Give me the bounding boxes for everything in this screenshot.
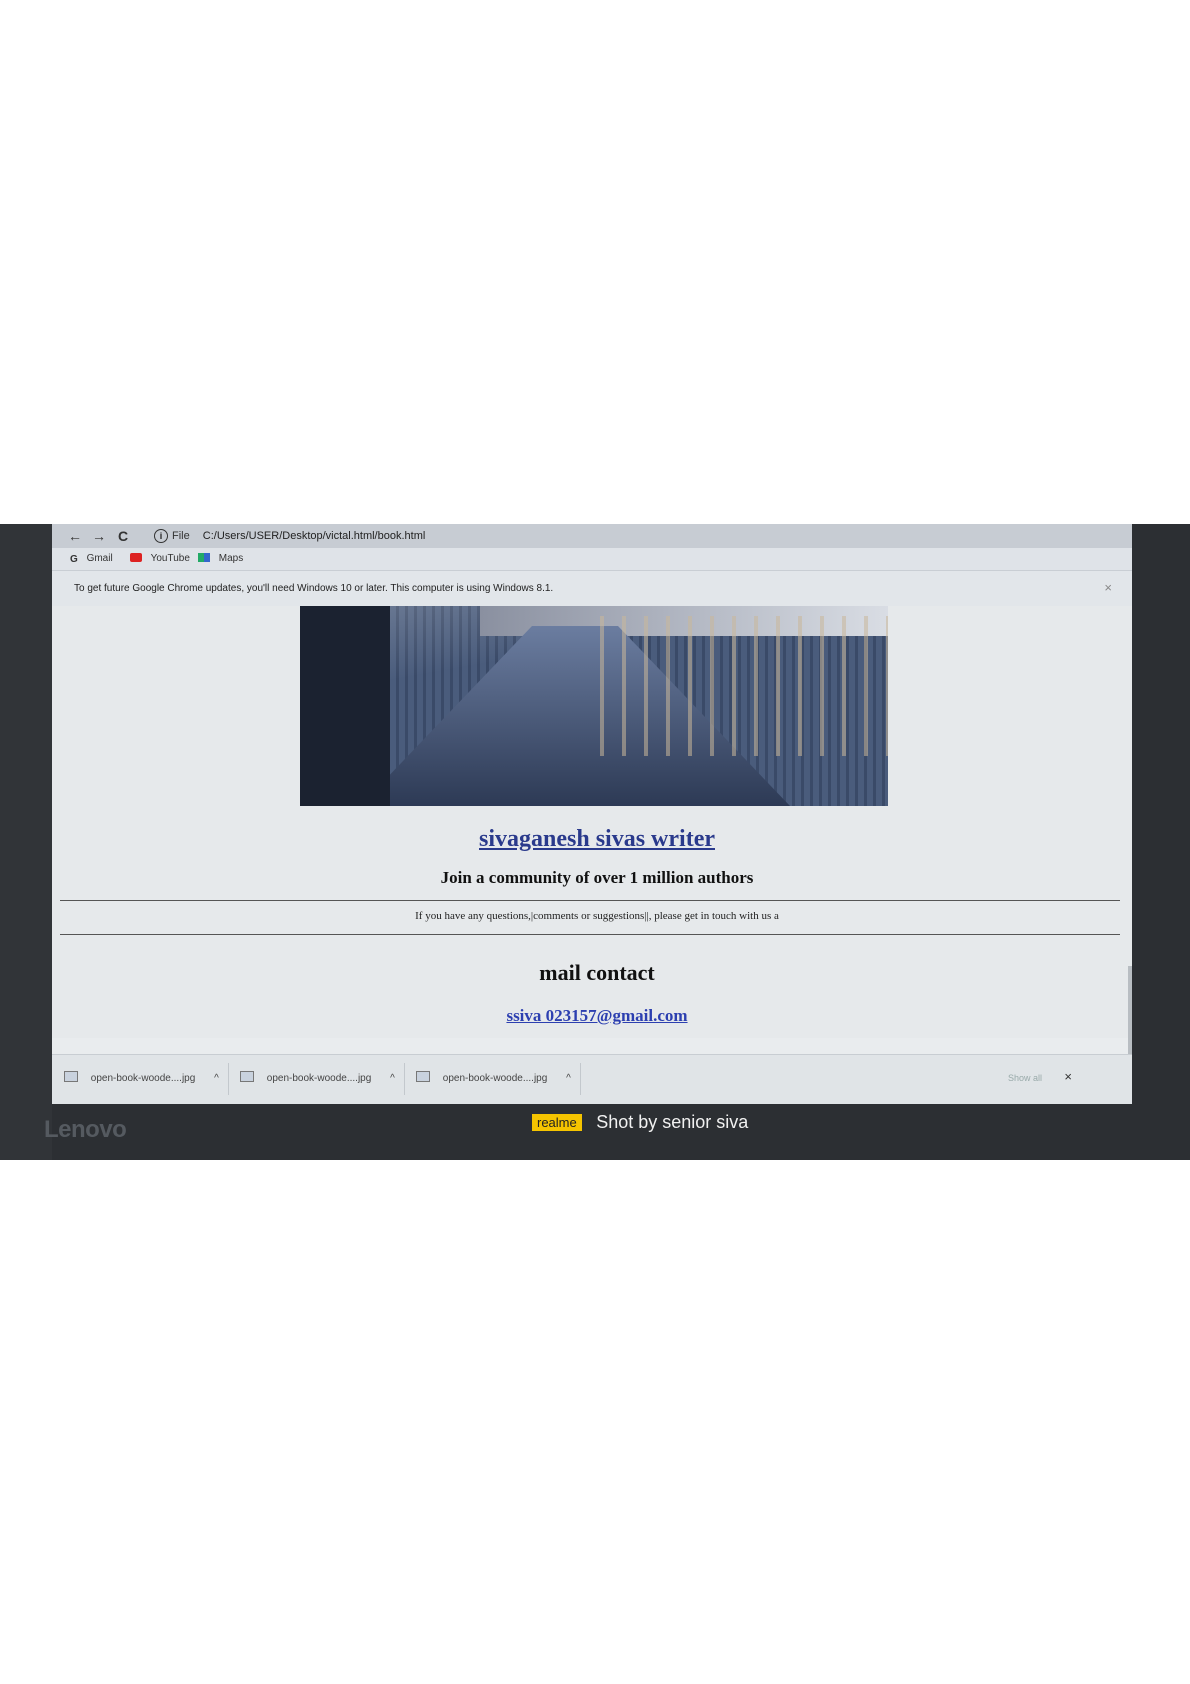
reload-button[interactable]: C (118, 527, 128, 545)
bookmark-gmail[interactable]: G Gmail (70, 552, 113, 566)
bookmarks-bar: G Gmail YouTube Maps (52, 548, 1132, 570)
download-item[interactable]: open-book-woode....jpg ^ (64, 1069, 219, 1089)
download-shelf: open-book-woode....jpg ^ open-book-woode… (52, 1054, 1132, 1104)
bezel-left-edge (0, 524, 52, 1160)
update-infobar: To get future Google Chrome updates, you… (52, 570, 1132, 608)
email-link[interactable]: ssiva 023157@gmail.com (52, 1006, 1132, 1026)
page-subtitle: Join a community of over 1 million autho… (440, 868, 754, 887)
download-filename: open-book-woode....jpg (266, 1073, 372, 1084)
download-item[interactable]: open-book-woode....jpg ^ (240, 1069, 395, 1089)
address-bar[interactable]: i File C:/Users/USER/Desktop/victal.html… (152, 527, 872, 545)
mail-heading: mail contact (539, 960, 655, 985)
address-scheme: File (172, 530, 190, 542)
image-file-icon (240, 1071, 254, 1082)
maps-icon (198, 553, 210, 562)
youtube-icon (130, 553, 142, 562)
chevron-up-icon[interactable]: ^ (566, 1073, 571, 1084)
download-separator (228, 1063, 229, 1095)
close-icon[interactable]: × (1064, 1069, 1072, 1084)
image-file-icon (64, 1071, 78, 1082)
hero-railing (600, 616, 888, 756)
image-file-icon (416, 1071, 430, 1082)
download-separator (580, 1063, 581, 1095)
back-button[interactable]: ← (68, 527, 82, 545)
divider (60, 900, 1120, 901)
site-title-link[interactable]: sivaganesh sivas writer (52, 826, 1132, 853)
laptop-screen: ← → C i File C:/Users/USER/Desktop/victa… (52, 524, 1132, 1104)
bookmark-label: YouTube (150, 553, 190, 564)
google-icon: G (70, 554, 78, 565)
divider (60, 934, 1120, 935)
bookmark-youtube[interactable]: YouTube (130, 552, 190, 566)
close-icon[interactable]: × (1104, 580, 1112, 595)
bookmark-maps[interactable]: Maps (198, 552, 243, 566)
camera-watermark: realme Shot by senior siva (532, 1112, 748, 1138)
watermark-badge: realme (532, 1114, 582, 1131)
info-icon[interactable]: i (154, 529, 168, 543)
download-filename: open-book-woode....jpg (90, 1073, 196, 1084)
hero-image (300, 606, 888, 806)
chevron-up-icon[interactable]: ^ (214, 1073, 219, 1084)
forward-button[interactable]: → (92, 527, 106, 545)
bookmark-label: Maps (218, 553, 244, 564)
lenovo-logo: Lenovo (44, 1116, 127, 1143)
contact-note: If you have any questions,|comments or s… (415, 910, 779, 922)
download-filename: open-book-woode....jpg (442, 1073, 548, 1084)
show-all-button[interactable]: Show all (1008, 1073, 1042, 1083)
hero-left-wall (300, 606, 390, 806)
laptop-bezel: ← → C i File C:/Users/USER/Desktop/victa… (0, 524, 1190, 1160)
page-content: sivaganesh sivas writer Join a community… (52, 606, 1132, 1076)
download-item[interactable]: open-book-woode....jpg ^ (416, 1069, 571, 1089)
browser-toolbar: ← → C i File C:/Users/USER/Desktop/victa… (52, 524, 1132, 548)
address-url: C:/Users/USER/Desktop/victal.html/book.h… (202, 530, 426, 542)
bookmark-label: Gmail (86, 553, 113, 564)
watermark-text: Shot by senior siva (596, 1112, 749, 1132)
download-separator (404, 1063, 405, 1095)
chevron-up-icon[interactable]: ^ (390, 1073, 395, 1084)
infobar-message: To get future Google Chrome updates, you… (74, 583, 554, 594)
